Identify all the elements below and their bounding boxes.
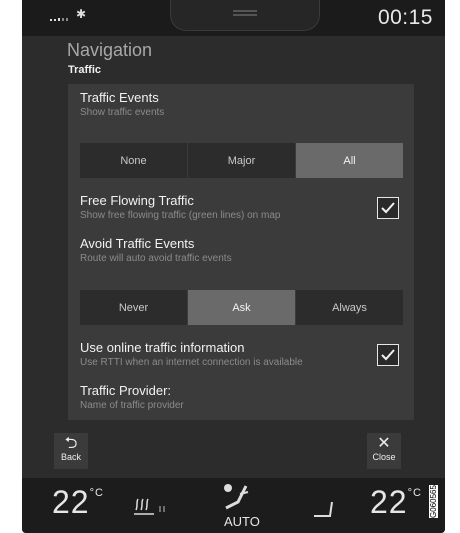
checkmark-icon — [381, 202, 395, 214]
left-temperature[interactable]: 22°C — [52, 484, 104, 521]
option-major[interactable]: Major — [188, 143, 295, 178]
climate-mode: AUTO — [224, 514, 260, 529]
online-info-setting[interactable]: Use online traffic information Use RTTI … — [80, 340, 303, 368]
climate-bar: 22°C AUTO 22°C — [22, 478, 445, 533]
seat-icon[interactable] — [312, 498, 334, 520]
left-temp-value: 22 — [52, 484, 90, 520]
avoid-events-setting: Avoid Traffic Events Route will auto avo… — [80, 236, 232, 264]
setting-title: Traffic Provider: — [80, 383, 172, 398]
checkmark-icon — [381, 349, 395, 361]
setting-subtitle: Route will auto avoid traffic events — [80, 253, 232, 264]
back-arrow-icon: ⮌ — [64, 435, 78, 452]
page-title: Navigation — [67, 40, 153, 60]
option-ask[interactable]: Ask — [188, 290, 295, 325]
signal-icon — [50, 18, 68, 21]
right-temp-value: 22 — [370, 484, 408, 520]
traffic-events-setting: Traffic Events Show traffic events — [80, 90, 164, 118]
traffic-provider-setting[interactable]: Traffic Provider: Name of traffic provid… — [80, 383, 184, 411]
seat-heat-icon[interactable] — [132, 496, 172, 518]
setting-title: Avoid Traffic Events — [80, 236, 195, 251]
center-display: ✱ 00:15 Navigation Traffic Traffic Event… — [22, 0, 445, 533]
fan-seat-icon[interactable] — [218, 480, 252, 514]
pull-down-handle[interactable] — [170, 0, 320, 31]
avoid-events-selector: Never Ask Always — [80, 290, 403, 325]
free-flowing-setting[interactable]: Free Flowing Traffic Show free flowing t… — [80, 193, 280, 221]
bluetooth-icon: ✱ — [76, 7, 87, 21]
setting-subtitle: Name of traffic provider — [80, 400, 184, 411]
right-temperature[interactable]: 22°C — [370, 484, 422, 521]
option-never[interactable]: Never — [80, 290, 187, 325]
free-flowing-checkbox[interactable] — [377, 197, 399, 219]
back-label: Back — [60, 452, 81, 462]
online-info-checkbox[interactable] — [377, 344, 399, 366]
temp-unit: °C — [407, 487, 422, 499]
close-label: Close — [372, 452, 396, 462]
traffic-events-selector: None Major All — [80, 143, 403, 178]
image-code-label: G060565 — [429, 485, 438, 518]
settings-panel: Traffic Events Show traffic events None … — [68, 84, 414, 420]
close-button[interactable]: ✕ Close — [367, 433, 401, 469]
option-none[interactable]: None — [80, 143, 187, 178]
setting-title: Free Flowing Traffic — [80, 193, 194, 208]
clock: 00:15 — [377, 6, 433, 29]
back-button[interactable]: ⮌ Back — [54, 433, 88, 469]
status-bar: ✱ 00:15 — [22, 0, 445, 36]
setting-title: Traffic Events — [80, 90, 159, 105]
figure-frame: ✱ 00:15 Navigation Traffic Traffic Event… — [0, 0, 460, 533]
setting-subtitle: Use RTTI when an internet connection is … — [80, 357, 303, 368]
temp-unit: °C — [89, 487, 104, 499]
option-all[interactable]: All — [296, 143, 403, 178]
setting-subtitle: Show free flowing traffic (green lines) … — [80, 210, 281, 221]
option-always[interactable]: Always — [296, 290, 403, 325]
close-icon: ✕ — [377, 435, 391, 452]
page-subtitle: Traffic — [68, 64, 102, 76]
setting-title: Use online traffic information — [80, 340, 245, 355]
setting-subtitle: Show traffic events — [80, 107, 165, 118]
